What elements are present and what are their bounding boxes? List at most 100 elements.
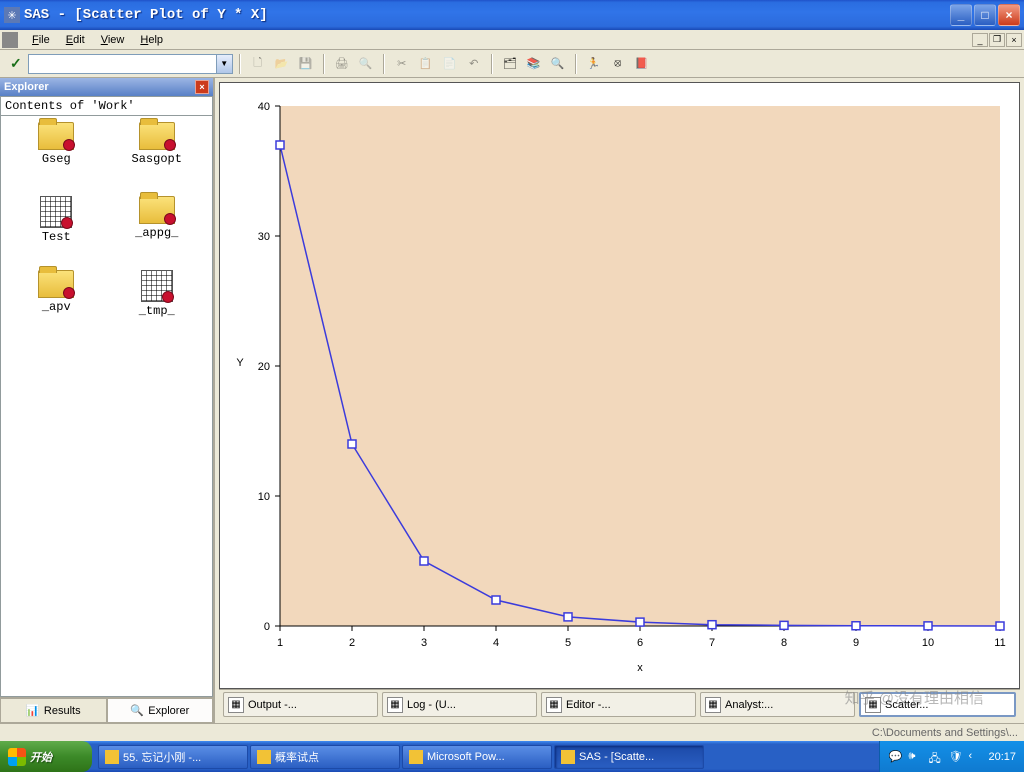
menubar: File Edit View Help _ ❐ ×	[0, 30, 1024, 50]
run-icon[interactable]: 🏃	[583, 53, 605, 75]
separator	[383, 54, 385, 74]
tray-icon[interactable]: 🛡	[948, 750, 962, 764]
explorer-title-text: Explorer	[4, 81, 49, 93]
file-item[interactable]: _apv	[7, 270, 106, 342]
window-titlebar: ✳ SAS - [Scatter Plot of Y * X] _ □ ×	[0, 0, 1024, 30]
svg-text:x: x	[637, 662, 643, 674]
chevron-down-icon[interactable]: ▼	[216, 55, 232, 73]
print-icon[interactable]: 🖨	[331, 53, 353, 75]
window-tab[interactable]: ▦Editor -...	[541, 692, 696, 717]
toolbar: ✓ ▼ 🗋 📂 💾 🖨 🔍 ✂ 📋 📄 ↶ 🗂 📚 🔍 🏃 ⦻ 📕	[0, 50, 1024, 78]
file-item[interactable]: _appg_	[108, 196, 207, 268]
svg-text:20: 20	[257, 361, 269, 373]
tray-icon[interactable]: 💬	[888, 750, 902, 764]
tray-icon[interactable]: 🕪	[908, 750, 922, 764]
menu-help[interactable]: Help	[132, 32, 171, 48]
tray-arrow-icon[interactable]: ‹	[968, 750, 982, 764]
window-tab[interactable]: ▦ Output -...	[223, 692, 378, 717]
stop-icon[interactable]: ⦻	[607, 53, 629, 75]
tab-icon: ▦	[228, 697, 244, 713]
svg-text:9: 9	[852, 637, 858, 649]
tab-icon: ▦	[387, 697, 403, 713]
tab-icon: ▦	[705, 697, 721, 713]
separator	[491, 54, 493, 74]
mdi-icon	[2, 32, 18, 48]
file-item[interactable]: Test	[7, 196, 106, 268]
clock[interactable]: 20:17	[988, 751, 1016, 763]
svg-text:4: 4	[492, 637, 498, 649]
file-label: Test	[42, 230, 71, 244]
options-icon[interactable]: 🔍	[547, 53, 569, 75]
status-path: C:\Documents and Settings\...	[872, 727, 1018, 739]
paste-icon[interactable]: 📄	[439, 53, 461, 75]
tab-results[interactable]: 📊Results	[0, 698, 107, 723]
grid-icon	[40, 196, 72, 228]
folder-icon	[139, 122, 175, 150]
tab-label: Log - (U...	[407, 699, 456, 711]
tray-icon[interactable]: 🖧	[928, 750, 942, 764]
app-icon	[561, 750, 575, 764]
file-item[interactable]: Sasgopt	[108, 122, 207, 194]
svg-text:2: 2	[348, 637, 354, 649]
tab-label: Analyst:...	[725, 699, 773, 711]
command-combobox[interactable]: ▼	[28, 54, 233, 74]
copy-icon[interactable]: 📋	[415, 53, 437, 75]
results-icon: 📊	[26, 704, 40, 718]
svg-text:30: 30	[257, 231, 269, 243]
mdi-minimize-button[interactable]: _	[972, 33, 988, 47]
folder-icon	[38, 270, 74, 298]
undo-icon[interactable]: ↶	[463, 53, 485, 75]
submit-icon[interactable]: ✓	[6, 55, 26, 72]
file-item[interactable]: Gseg	[7, 122, 106, 194]
open-icon[interactable]: 📂	[271, 53, 293, 75]
svg-text:0: 0	[263, 621, 269, 633]
tab-icon: ▦	[865, 697, 881, 713]
menu-view[interactable]: View	[93, 32, 133, 48]
save-icon[interactable]: 💾	[295, 53, 317, 75]
svg-text:Y: Y	[236, 357, 244, 369]
file-label: Sasgopt	[132, 152, 182, 166]
explorer-icon-area: Gseg Sasgopt Test _appg__apv_tmp_	[0, 116, 213, 697]
taskbar-button[interactable]: 概率试点	[250, 745, 400, 769]
tab-explorer[interactable]: 🔍Explorer	[107, 698, 214, 723]
scatter-plot: 0102030401234567891011xY	[225, 91, 1015, 681]
minimize-button[interactable]: _	[950, 4, 972, 26]
window-tab[interactable]: ▦ Analyst:...	[700, 692, 855, 717]
mdi-restore-button[interactable]: ❐	[989, 33, 1005, 47]
window-tabs: ▦ Output -... ▦ Log - (U... ▦Editor -... ▦ Ana…	[219, 689, 1020, 719]
mdi-close-button[interactable]: ×	[1006, 33, 1022, 47]
new-icon[interactable]: 🗋	[247, 53, 269, 75]
library-icon[interactable]: 📚	[523, 53, 545, 75]
explorer-tab-icon: 🔍	[130, 704, 144, 718]
svg-text:10: 10	[921, 637, 933, 649]
explorer-close-button[interactable]: ×	[195, 80, 209, 94]
menu-file[interactable]: File	[24, 32, 58, 48]
explorer-titlebar: Explorer ×	[0, 78, 213, 96]
taskbar: 开始 55. 忘记小刚 -...概率试点Microsoft Pow...SAS …	[0, 741, 1024, 772]
start-button[interactable]: 开始	[0, 741, 92, 772]
explorer-icon[interactable]: 🗂	[499, 53, 521, 75]
cut-icon[interactable]: ✂	[391, 53, 413, 75]
taskbar-button[interactable]: SAS - [Scatte...	[554, 745, 704, 769]
grid-icon	[141, 270, 173, 302]
taskbar-button[interactable]: 55. 忘记小刚 -...	[98, 745, 248, 769]
windows-logo-icon	[8, 748, 26, 766]
separator	[239, 54, 241, 74]
maximize-button[interactable]: □	[974, 4, 996, 26]
window-tab[interactable]: ▦Scatter...	[859, 692, 1016, 717]
svg-text:8: 8	[780, 637, 786, 649]
svg-text:11: 11	[994, 637, 1005, 649]
contents-label: Contents of 'Work'	[0, 96, 213, 116]
close-button[interactable]: ×	[998, 4, 1020, 26]
file-item[interactable]: _tmp_	[108, 270, 207, 342]
app-icon	[409, 750, 423, 764]
separator	[323, 54, 325, 74]
app-icon: ✳	[4, 7, 20, 23]
window-tab[interactable]: ▦ Log - (U...	[382, 692, 537, 717]
taskbar-button[interactable]: Microsoft Pow...	[402, 745, 552, 769]
svg-text:3: 3	[420, 637, 426, 649]
preview-icon[interactable]: 🔍	[355, 53, 377, 75]
menu-edit[interactable]: Edit	[58, 32, 93, 48]
tab-label: Output -...	[248, 699, 297, 711]
help-icon[interactable]: 📕	[631, 53, 653, 75]
